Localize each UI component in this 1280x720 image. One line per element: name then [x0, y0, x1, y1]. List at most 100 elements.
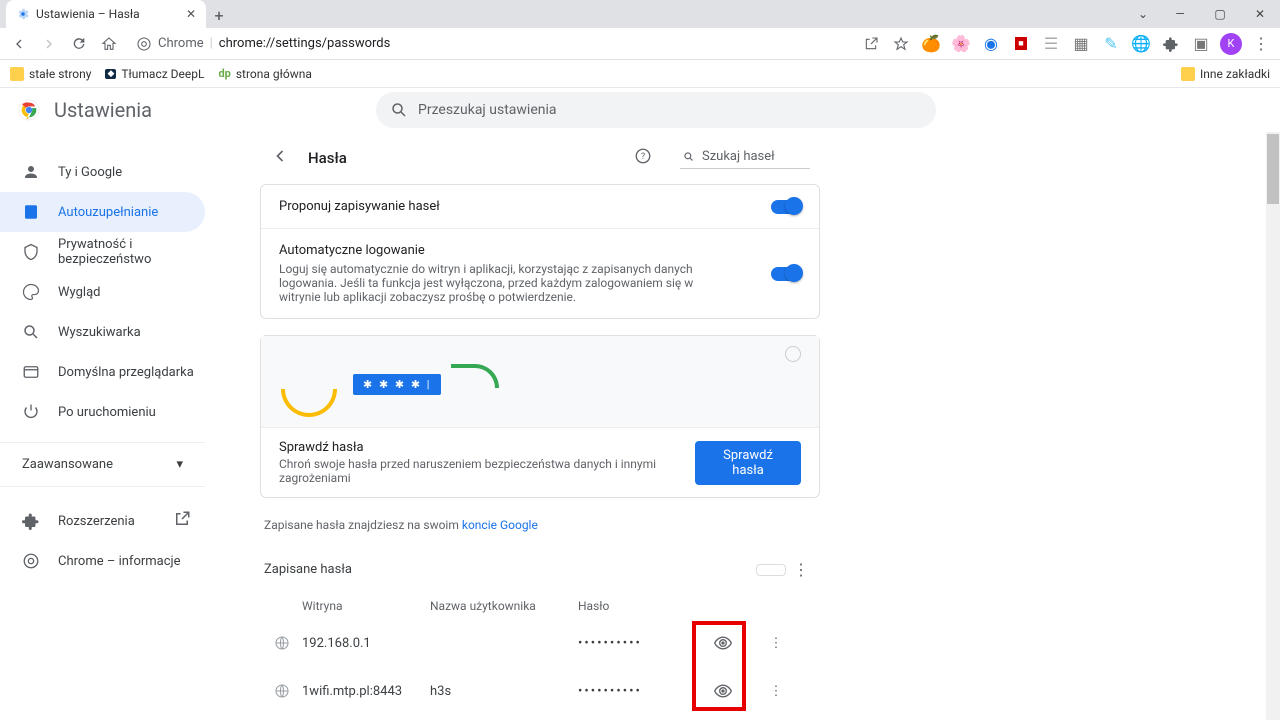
check-passwords-title: Sprawdź hasła — [279, 440, 695, 455]
folder-icon — [10, 67, 24, 81]
kebab-menu-icon[interactable]: ⋮ — [786, 560, 816, 579]
extension-icon[interactable]: 🌸 — [948, 31, 974, 57]
url-field[interactable]: Chrome | chrome://settings/passwords — [126, 31, 400, 57]
check-passwords-desc: Chroń swoje hasła przed naruszeniem bezp… — [279, 457, 695, 485]
kebab-menu-icon[interactable]: ⋮ — [758, 684, 794, 699]
profile-avatar[interactable]: K — [1218, 31, 1244, 57]
page-header: Hasła ? Szukaj haseł — [260, 132, 820, 184]
globe-icon — [274, 635, 290, 651]
chevron-down-icon: ▾ — [176, 457, 183, 472]
bookmark-label: stałe strony — [29, 67, 91, 81]
extension-icon[interactable]: ✎ — [1098, 31, 1124, 57]
sidebar-item-appearance[interactable]: Wygląd — [0, 272, 205, 312]
auto-signin-label: Automatyczne logowanie — [279, 243, 699, 258]
scrollbar[interactable] — [1266, 132, 1280, 720]
extension-icon[interactable]: ▦ — [1068, 31, 1094, 57]
bookmark-label: Tłumacz DeepL — [121, 67, 204, 81]
bookmark-label: Inne zakładki — [1200, 67, 1270, 81]
row-password: •••••••••• — [578, 636, 688, 651]
settings-sidebar: Ty i Google Autouzupełnianie Prywatność … — [0, 132, 258, 720]
col-pass: Hasło — [578, 599, 688, 613]
offer-save-row: Proponuj zapisywanie haseł — [261, 185, 819, 228]
bookmark-other-folder[interactable]: Inne zakładki — [1181, 67, 1270, 81]
open-external-icon — [173, 510, 191, 532]
sidebar-item-you-and-google[interactable]: Ty i Google — [0, 152, 205, 192]
kebab-menu-icon[interactable]: ⋮ — [1248, 31, 1274, 57]
bookmark-item[interactable]: dpstrona główna — [218, 67, 311, 81]
offer-save-label: Proponuj zapisywanie haseł — [279, 199, 440, 214]
window-controls: ⌄ — ▢ ✕ — [1126, 0, 1280, 28]
forward-button[interactable] — [36, 31, 62, 57]
google-account-note: Zapisane hasła znajdziesz na swoim konci… — [260, 514, 820, 546]
home-button[interactable] — [96, 31, 122, 57]
sidebar-label: Domyślna przeglądarka — [58, 365, 194, 380]
extensions-menu-icon[interactable] — [1158, 31, 1184, 57]
back-icon[interactable] — [270, 146, 290, 170]
sidebar-advanced-toggle[interactable]: Zaawansowane ▾ — [0, 442, 205, 487]
back-button[interactable] — [6, 31, 32, 57]
settings-header: Ustawienia Przeszukaj ustawienia — [0, 88, 1280, 132]
col-user: Nazwa użytkownika — [430, 599, 578, 613]
sidebar-label: Prywatność i bezpieczeństwo — [58, 237, 205, 267]
google-account-link[interactable]: koncie Google — [462, 518, 538, 532]
bookmarks-bar: stałe strony ◆ Tłumacz DeepL dpstrona głó… — [0, 60, 1280, 88]
check-passwords-panel: ✱ ✱ ✱ ✱ | Sprawdź hasła Chroń swoje hasł… — [260, 335, 820, 498]
search-icon — [682, 150, 696, 164]
search-icon — [390, 101, 408, 119]
sidebar-label: Ty i Google — [58, 165, 122, 180]
tab-title: Ustawienia – Hasła — [36, 7, 140, 21]
window-titlebar: Ustawienia – Hasła ✕ + ⌄ — ▢ ✕ — [0, 0, 1280, 28]
close-window-button[interactable]: ✕ — [1240, 0, 1280, 28]
advanced-label: Zaawansowane — [22, 457, 113, 472]
sidebar-item-on-startup[interactable]: Po uruchomieniu — [0, 392, 205, 432]
password-chip: ✱ ✱ ✱ ✱ | — [353, 374, 441, 395]
reload-button[interactable] — [66, 31, 92, 57]
page-title: Hasła — [308, 149, 347, 167]
row-password: •••••••••• — [578, 684, 688, 699]
sidebar-item-extensions[interactable]: Rozszerzenia — [0, 501, 205, 541]
row-site[interactable]: 192.168.0.1 — [302, 636, 430, 651]
annotation-highlight — [692, 621, 746, 711]
auto-signin-desc: Loguj się automatycznie do witryn i apli… — [279, 262, 699, 304]
add-password-button[interactable] — [756, 564, 786, 576]
bookmark-item[interactable]: ◆ Tłumacz DeepL — [105, 67, 204, 81]
check-passwords-button[interactable]: Sprawdź hasła — [695, 441, 801, 485]
extension-icon[interactable]: ◉ — [978, 31, 1004, 57]
password-search[interactable]: Szukaj haseł — [680, 147, 810, 169]
sidebar-item-about[interactable]: Chrome – informacje — [0, 541, 205, 581]
close-icon[interactable]: ✕ — [186, 7, 196, 21]
url-host: Chrome — [158, 36, 204, 51]
help-icon[interactable]: ? — [634, 147, 652, 169]
chevron-down-icon[interactable]: ⌄ — [1126, 0, 1160, 28]
row-site[interactable]: 1wifi.mtp.pl:8443 — [302, 684, 430, 699]
deepl-icon: ◆ — [105, 69, 116, 79]
extension-icon[interactable]: ☰ — [1038, 31, 1064, 57]
maximize-button[interactable]: ▢ — [1200, 0, 1240, 28]
auto-signin-row: Automatyczne logowanie Loguj się automat… — [261, 228, 819, 318]
sidebar-item-privacy[interactable]: Prywatność i bezpieczeństwo — [0, 232, 205, 272]
new-tab-button[interactable]: + — [206, 2, 232, 28]
extension-icon[interactable]: ■ — [1008, 31, 1034, 57]
auto-signin-toggle[interactable] — [771, 267, 801, 281]
browser-tab[interactable]: Ustawienia – Hasła ✕ — [6, 0, 206, 28]
scrollbar-thumb[interactable] — [1267, 134, 1279, 204]
extension-icon[interactable]: 🍊 — [918, 31, 944, 57]
saved-passwords-label: Zapisane hasła — [264, 562, 352, 577]
extension-icon[interactable]: ▣ — [1188, 31, 1214, 57]
extension-icon[interactable]: 🌐 — [1128, 31, 1154, 57]
star-icon[interactable] — [888, 31, 914, 57]
bookmark-folder[interactable]: stałe strony — [10, 67, 91, 81]
globe-icon — [274, 683, 290, 699]
offer-save-toggle[interactable] — [771, 200, 801, 214]
settings-search[interactable]: Przeszukaj ustawienia — [376, 92, 936, 128]
share-icon[interactable] — [858, 31, 884, 57]
sidebar-label: Autouzupełnianie — [58, 205, 158, 220]
minimize-button[interactable]: — — [1160, 0, 1200, 28]
gear-icon — [16, 7, 30, 21]
sidebar-item-autofill[interactable]: Autouzupełnianie — [0, 192, 205, 232]
folder-icon — [1181, 67, 1195, 81]
sidebar-item-default-browser[interactable]: Domyślna przeglądarka — [0, 352, 205, 392]
sidebar-item-search[interactable]: Wyszukiwarka — [0, 312, 205, 352]
note-text: Zapisane hasła znajdziesz na swoim — [264, 518, 462, 532]
kebab-menu-icon[interactable]: ⋮ — [758, 636, 794, 651]
